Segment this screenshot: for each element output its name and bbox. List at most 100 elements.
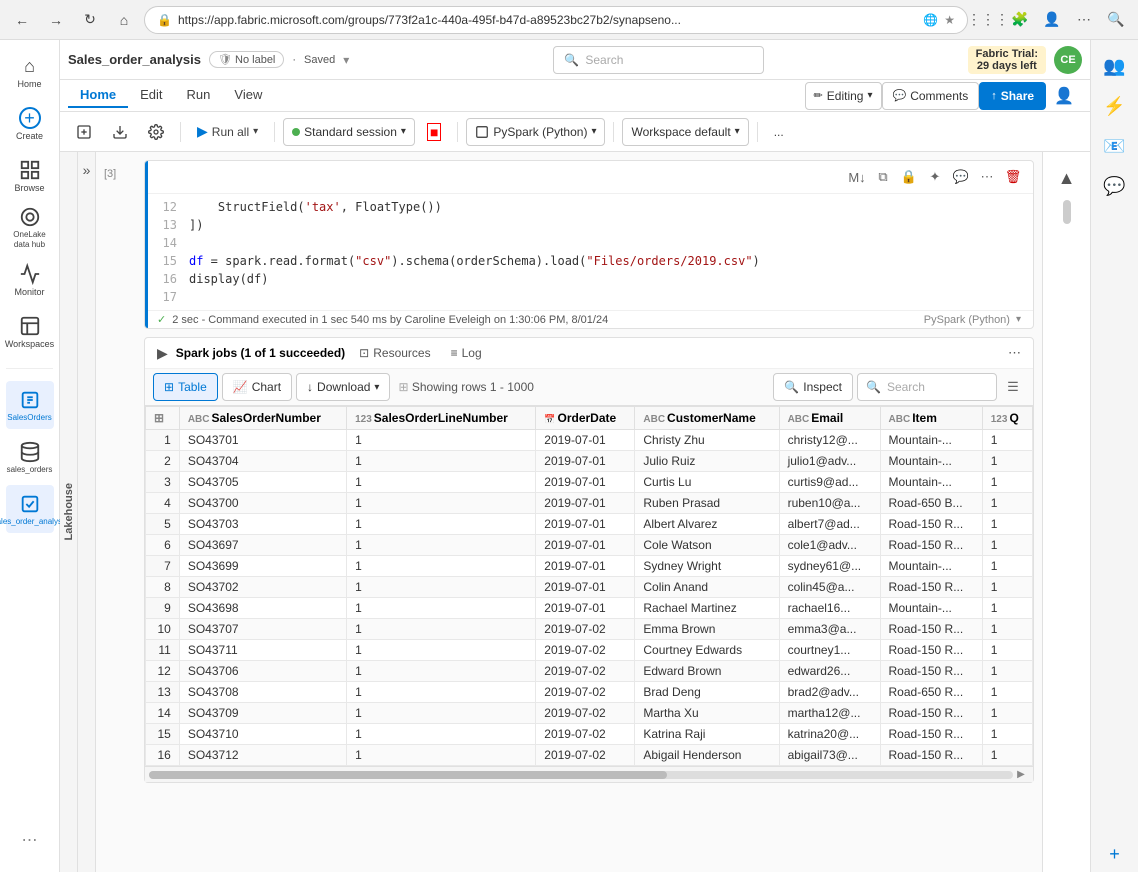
sidebar-item-monitor[interactable]: Monitor [6,256,54,304]
browser-sidebar-btn[interactable]: 🔍 [1102,6,1130,34]
table-search-box[interactable]: 🔍 Search [857,373,997,401]
code-cell: M↓ ⧉ 🔒 ✦ 💬 ⋯ 🗑 12 [144,160,1034,329]
col-header-item[interactable]: ABCItem [880,407,982,430]
inspect-button[interactable]: 🔍 Inspect [773,373,853,401]
table-cell: 1 [347,514,536,535]
comments-button[interactable]: 💬 Comments [882,82,980,110]
settings-button[interactable] [140,118,172,146]
kernel-right-label: PySpark (Python) [924,314,1010,326]
side-scroll-thumb[interactable] [1063,200,1071,224]
cell-copy-btn[interactable]: ⧉ [871,165,895,189]
people-icon-btn[interactable]: 👥 [1097,48,1133,84]
address-bar[interactable]: 🔒 https://app.fabric.microsoft.com/group… [144,6,968,34]
cell-more-btn[interactable]: ⋯ [975,165,999,189]
app-search[interactable]: 🔍 Search [553,46,763,74]
side-scroll-up[interactable]: ▲ [1049,160,1085,196]
col-header-salesordernumber[interactable]: ABCSalesOrderNumber [179,407,346,430]
sidebar-item-create[interactable]: + Create [6,100,54,148]
no-label-badge[interactable]: 🛡 No label [209,51,284,68]
menu-tab-home[interactable]: Home [68,83,128,108]
user-avatar[interactable]: CE [1054,46,1082,74]
user-menu-button[interactable]: 👤 [1046,82,1082,110]
spark-more-btn[interactable]: ⋯ [1008,345,1021,361]
sidebar-item-home[interactable]: ⌂ Home [6,48,54,96]
cell-lock-btn[interactable]: 🔒 [897,165,921,189]
browser-extensions-btn[interactable]: 🧩 [1006,6,1034,34]
sidebar-item-onelake[interactable]: OneLake data hub [6,204,54,252]
spark-resources-tab[interactable]: ⊡ Resources [353,344,436,362]
copilot-icon-btn[interactable]: ⚡ [1097,88,1133,124]
menu-tab-run[interactable]: Run [175,83,223,108]
refresh-button[interactable]: ↻ [76,6,104,34]
home-button[interactable]: ⌂ [110,6,138,34]
workspace-dropdown[interactable]: Workspace default ▾ [622,118,748,146]
sidebar-item-analysis[interactable]: Sales_order_analysis [6,485,54,533]
sidebar-more-btn[interactable]: ⋯ [6,816,54,864]
run-all-button[interactable]: ▶ Run all ▾ [189,118,266,146]
outlook-icon-btn[interactable]: 📧 [1097,128,1133,164]
scroll-right-btn[interactable]: ▶ [1013,767,1029,783]
editing-label: Editing [827,89,864,103]
download-icon: ↓ [307,380,313,394]
horizontal-scrollbar[interactable]: ▶ [145,766,1033,782]
col-header-salesorderlinenumber[interactable]: 123SalesOrderLineNumber [347,407,536,430]
session-dropdown[interactable]: Standard session ▾ [283,118,415,146]
table-cell: 1 [982,451,1032,472]
menu-tab-edit[interactable]: Edit [128,83,174,108]
sidebar-item-workspaces[interactable]: Workspaces [6,308,54,356]
spark-log-tab[interactable]: ≡ Log [445,344,488,362]
table-cell: Road-150 R... [880,577,982,598]
stop-button[interactable]: ■ [419,118,449,146]
sidebar-item-salesorders[interactable]: SalesOrders [6,381,54,429]
expand-panel-button[interactable]: » [78,160,95,180]
lakehouse-sidebar[interactable]: Lakehouse [60,152,78,872]
col-header-email[interactable]: ABCEmail [779,407,880,430]
sidebar-item-browse[interactable]: Browse [6,152,54,200]
browser-menu-btn[interactable]: ⋮⋮⋮ [974,6,1002,34]
table-cell: SO43700 [179,493,346,514]
table-tab-button[interactable]: ⊞ Table [153,373,218,401]
data-table-wrapper[interactable]: ⊞ ABCSalesOrderNumber 123SalesOrderLineN… [145,406,1033,766]
teams-icon-btn[interactable]: 💬 [1097,168,1133,204]
forward-button[interactable]: → [42,6,70,34]
table-cell: SO43706 [179,661,346,682]
run-all-label: Run all [212,125,249,139]
add-cell-button[interactable] [68,118,100,146]
table-cell: 1 [347,745,536,766]
sidebar-sales-orders-label: sales_orders [7,465,53,474]
table-cell: Mountain-... [880,598,982,619]
editing-button[interactable]: ✏ Editing ▾ [805,82,882,110]
sidebar-item-sales-orders[interactable]: sales_orders [6,433,54,481]
back-button[interactable]: ← [8,6,36,34]
kernel-dropdown[interactable]: PySpark (Python) ▾ [466,118,605,146]
kernel-label: PySpark (Python) [493,125,587,139]
menu-tab-view[interactable]: View [222,83,274,108]
table-cell: 11 [146,640,180,661]
table-filter-btn[interactable]: ☰ [1001,375,1025,399]
browser-profile-btn[interactable]: 👤 [1038,6,1066,34]
download-button[interactable] [104,118,136,146]
cell-delete-btn[interactable]: 🗑 [1001,165,1025,189]
table-cell: Road-150 R... [880,703,982,724]
table-cell: SO43704 [179,451,346,472]
more-options-button[interactable]: ... [766,118,792,146]
status-check-icon: ✓ [157,313,166,326]
col-header-customername[interactable]: ABCCustomerName [635,407,779,430]
spark-expand-btn[interactable]: ▶ [157,345,168,362]
cell-format-btn[interactable]: M↓ [845,165,869,189]
download-tab-button[interactable]: ↓ Download ▾ [296,373,390,401]
cell-comment-btn[interactable]: 💬 [949,165,973,189]
share-button[interactable]: ↑ Share [979,82,1046,110]
table-cell: 13 [146,682,180,703]
cell-sparkle-btn[interactable]: ✦ [923,165,947,189]
app-header: Sales_order_analysis 🛡 No label · Saved … [60,40,1090,80]
cell-code-content[interactable]: 12 StructField('tax', FloatType()) 13 ])… [145,194,1033,310]
cell-number: [3] [104,168,116,180]
add-icon-btn[interactable]: + [1097,836,1133,872]
col-header-q[interactable]: 123Q [982,407,1032,430]
browser-more-btn[interactable]: ⋯ [1070,6,1098,34]
col-header-orderdate[interactable]: 📅OrderDate [536,407,635,430]
comments-label: Comments [910,89,968,103]
table-cell: ruben10@a... [779,493,880,514]
chart-tab-button[interactable]: 📈 Chart [222,373,292,401]
